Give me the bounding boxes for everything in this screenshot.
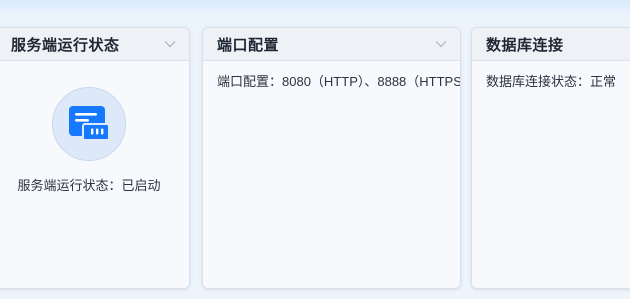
service-status-body: 服务端运行状态：已启动 <box>0 61 189 204</box>
service-status-card: 服务端运行状态 服务端运行状态：已启动 <box>0 27 190 289</box>
database-connection-card-header[interactable]: 数据库连接 <box>472 28 630 61</box>
chevron-down-icon[interactable] <box>164 40 176 48</box>
database-connection-title: 数据库连接 <box>486 36 564 54</box>
port-config-card: 端口配置 端口配置：8080（HTTP）、8888（HTTPS） <box>202 27 461 289</box>
server-icon <box>69 106 110 141</box>
database-connection-body: 数据库连接状态：正常 <box>472 61 630 100</box>
port-config-card-header[interactable]: 端口配置 <box>203 28 460 61</box>
port-config-title: 端口配置 <box>217 36 280 54</box>
service-status-card-header[interactable]: 服务端运行状态 <box>0 28 189 61</box>
port-config-text: 端口配置：8080（HTTP）、8888（HTTPS） <box>217 74 461 89</box>
service-status-title: 服务端运行状态 <box>11 36 120 54</box>
server-icon-container <box>52 87 126 161</box>
database-connection-card: 数据库连接 数据库连接状态：正常 <box>471 27 630 289</box>
database-connection-text: 数据库连接状态：正常 <box>486 74 617 89</box>
service-status-text: 服务端运行状态：已启动 <box>17 178 161 193</box>
port-config-body: 端口配置：8080（HTTP）、8888（HTTPS） <box>203 61 460 100</box>
chevron-down-icon[interactable] <box>435 40 447 48</box>
